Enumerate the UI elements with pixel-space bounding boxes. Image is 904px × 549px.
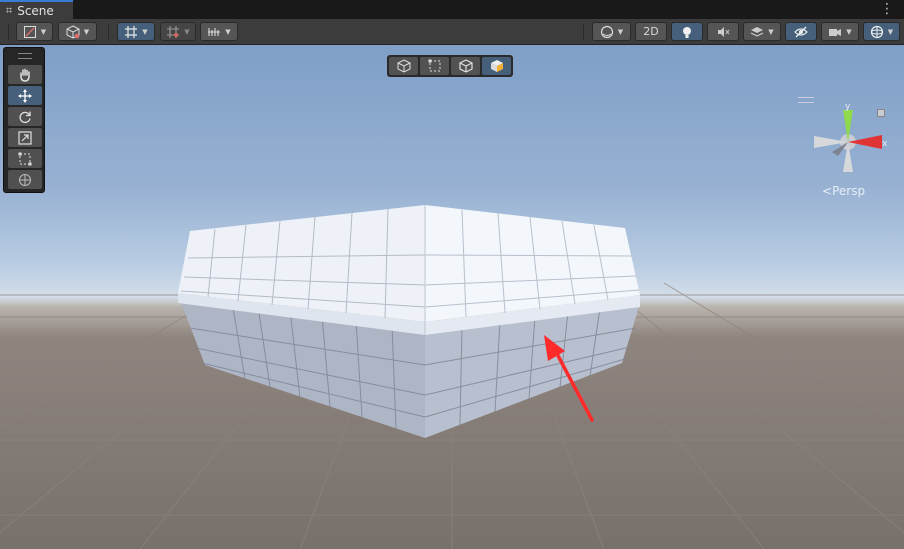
rect-transform-icon [18, 152, 32, 165]
view-option-rect[interactable] [420, 57, 449, 75]
tools-overlay [3, 47, 45, 193]
tab-scene-label: Scene [17, 3, 54, 18]
solid-cube-icon [490, 60, 503, 72]
dashed-rect-icon [428, 59, 440, 72]
lighting-toggle-button[interactable] [671, 22, 703, 41]
camera-mode-dropdown[interactable]: ▼ [592, 22, 631, 41]
chevron-down-icon: ▼ [617, 27, 624, 36]
transform-icon [19, 173, 31, 186]
rect-tool-button[interactable] [8, 149, 42, 168]
camera-settings-dropdown[interactable]: ▼ [821, 22, 859, 41]
draw-mode-dropdown[interactable]: ▼ [16, 22, 53, 41]
toggle-2d-label: 2D [643, 25, 659, 38]
layers-icon [751, 26, 764, 37]
tab-scene[interactable]: ⌗ Scene [0, 0, 73, 19]
audio-mute-icon [718, 26, 730, 37]
view-option-cube[interactable] [451, 57, 480, 75]
sphere-icon [600, 25, 613, 38]
draw-mode-icon [23, 25, 36, 38]
chevron-down-icon: ▼ [40, 27, 47, 36]
move-icon [18, 88, 32, 103]
hand-icon [20, 68, 30, 82]
overlay-grip[interactable] [18, 53, 32, 59]
gizmos-dropdown[interactable]: ▼ [863, 22, 900, 41]
grid-icon: ⌗ [6, 3, 13, 17]
eye-hidden-icon [794, 26, 808, 37]
light-bulb-icon [683, 26, 691, 38]
audio-toggle-button[interactable] [707, 22, 739, 41]
toolbar-separator [583, 24, 584, 40]
projection-toggle[interactable]: <Persp [822, 184, 865, 198]
toolbar-separator [8, 24, 9, 40]
increment-snapping-dropdown[interactable]: ▼ [160, 22, 196, 41]
scene-toolbar: ▼ ▼ ▼ ▼ ▼ ▼ 2D ▼ ▼ ▼ [0, 19, 904, 45]
camera-icon [829, 28, 842, 36]
gizmo-icon [870, 25, 883, 38]
chevron-down-icon: ▼ [83, 27, 90, 36]
chevron-down-icon: ▼ [225, 27, 231, 36]
move-tool-button[interactable] [8, 86, 42, 105]
toolbar-separator [108, 24, 109, 40]
more-options-icon[interactable]: ⋮ [880, 1, 894, 17]
x-axis-label: x [882, 139, 888, 149]
chevron-down-icon: ▼ [768, 27, 774, 36]
effects-dropdown[interactable]: ▼ [743, 22, 781, 41]
chevron-down-icon: ▼ [184, 27, 190, 36]
cube-shading-icon [66, 24, 80, 39]
grid-snapping-dropdown[interactable]: ▼ [117, 22, 155, 41]
ruler-icon [208, 27, 221, 36]
scene-viewport[interactable]: y x <Persp [0, 45, 904, 549]
wire-cube-icon [397, 59, 410, 73]
chevron-down-icon: ▼ [887, 27, 894, 36]
ruler-snapping-dropdown[interactable]: ▼ [200, 22, 238, 41]
grid-snap-icon [125, 25, 138, 38]
tab-bar: ⌗ Scene ⋮ [0, 0, 904, 19]
view-option-wire-cube[interactable] [389, 57, 418, 75]
cube-icon [458, 59, 473, 73]
chevron-down-icon: ▼ [142, 27, 148, 36]
increment-snap-icon [167, 25, 180, 38]
shading-dropdown[interactable]: ▼ [58, 22, 97, 41]
transform-tool-button[interactable] [8, 170, 42, 189]
hand-tool-button[interactable] [8, 65, 42, 84]
toggle-2d-button[interactable]: 2D [635, 22, 667, 41]
scale-icon [18, 130, 32, 145]
projection-label: Persp [832, 184, 866, 198]
scale-tool-button[interactable] [8, 128, 42, 147]
scene-render [0, 205, 904, 549]
view-mode-overlay [387, 55, 513, 77]
rotate-icon [19, 111, 31, 123]
orientation-gizmo[interactable]: y x [812, 100, 892, 180]
chevron-down-icon: ▼ [846, 27, 852, 36]
scene-visibility-toggle[interactable] [785, 22, 817, 41]
rotate-tool-button[interactable] [8, 107, 42, 126]
y-axis-label: y [845, 102, 851, 112]
persp-icon: < [822, 184, 833, 198]
view-option-solid-cube[interactable] [482, 57, 511, 75]
